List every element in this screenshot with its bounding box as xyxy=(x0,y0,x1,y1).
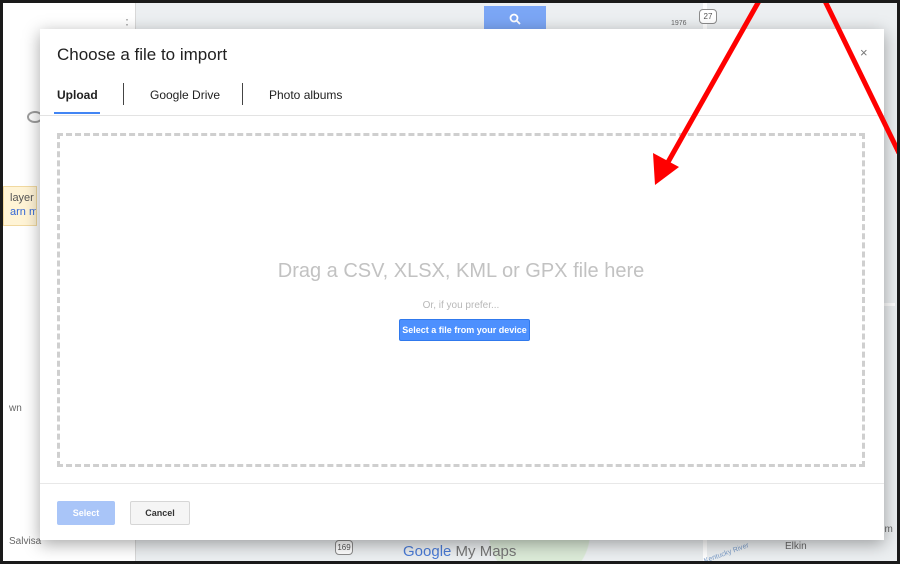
annotation-arrow-head xyxy=(653,153,679,185)
app-frame: ⋮ layer arn m wn Salvisa 27 1976 169 Elk… xyxy=(3,3,897,561)
annotation-arrow-line xyxy=(823,3,897,155)
annotation-arrow-line xyxy=(660,3,761,173)
annotation-arrows xyxy=(653,3,897,185)
